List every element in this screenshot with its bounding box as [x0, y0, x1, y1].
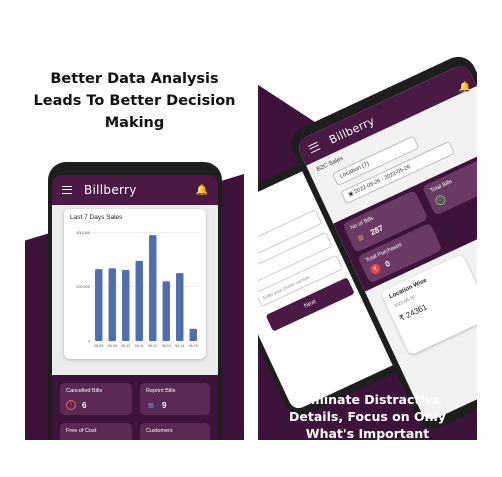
- bar-06-09: [108, 268, 116, 341]
- brand-logo: Billberry: [84, 183, 137, 197]
- phone-screen: Billberry 🔔 Last 7 Days Sales 0 200,000 40…: [52, 175, 218, 440]
- y-tick-label: 200,000: [76, 285, 90, 289]
- bar-06-10: [122, 269, 130, 341]
- tile-label: Customers: [146, 428, 173, 434]
- tile-cancelled-bills[interactable]: Cancelled Bills ! 6: [60, 383, 132, 415]
- bar-06-12: [149, 235, 157, 341]
- headline-line-3: What's Important: [305, 426, 430, 440]
- bar-06-11: [135, 260, 143, 341]
- bar-06-15: [189, 328, 197, 341]
- left-headline: Better Data Analysis Leads To Better Dec…: [25, 68, 244, 134]
- right-promo-panel: Enter your phone number Next Billberry B…: [258, 54, 477, 440]
- bar-06-08: [95, 269, 103, 341]
- tile-label: Reprint Bills: [146, 388, 176, 394]
- x-tick-label: 06-13: [162, 344, 171, 348]
- tile-value: 6: [82, 400, 87, 410]
- sales-chart-card: Last 7 Days Sales 0 200,000 400,000 06-08 06…: [64, 209, 206, 359]
- left-promo-panel: Better Data Analysis Leads To Better Dec…: [25, 54, 244, 440]
- bar-06-13: [162, 281, 170, 341]
- menu-icon[interactable]: [308, 141, 321, 154]
- y-tick-label: 400,000: [76, 231, 90, 235]
- printer-icon: ▤: [148, 402, 154, 409]
- tile-label: Free of Cost: [66, 428, 97, 434]
- x-tick-label: 06-10: [121, 344, 130, 348]
- app-bar: Billberry 🔔: [52, 175, 218, 205]
- tile-customers[interactable]: Customers: [140, 423, 210, 440]
- rupee-icon: ₹: [368, 262, 383, 276]
- tile-value: 287: [368, 222, 385, 237]
- tile-free-of-cost[interactable]: Free of Cost: [60, 423, 132, 440]
- bar-chart: 0 200,000 400,000 06-08 06-09 06-10 06-11 06-12…: [76, 231, 200, 348]
- menu-icon[interactable]: [62, 186, 72, 194]
- x-tick-label: 06-14: [175, 344, 184, 348]
- headline-line-2: Leads To Better Decision: [33, 93, 236, 109]
- bill-icon: ▥: [356, 233, 365, 242]
- location-card-amount: ₹ 24361: [397, 302, 429, 324]
- y-tick-label: 0: [88, 340, 90, 344]
- headline-line-2: Details, Focus on Only: [289, 409, 446, 424]
- headline-line-3: Making: [104, 115, 165, 131]
- bell-icon[interactable]: 🔔: [196, 185, 208, 196]
- x-tick-label: 06-12: [148, 344, 157, 348]
- right-headline: Eliminate Distractive Details, Focus on …: [258, 391, 477, 440]
- headline-line-1: Better Data Analysis: [50, 71, 219, 87]
- x-tick-label: 06-09: [108, 344, 117, 348]
- brand-logo: Billberry: [326, 113, 377, 147]
- tile-value: 0: [383, 258, 392, 269]
- power-icon: ⏻: [433, 193, 447, 207]
- tile-reprint-bills[interactable]: Reprint Bills ▤ 9: [140, 383, 210, 415]
- phone-frame: Billberry 🔔 Last 7 Days Sales 0 200,000 40…: [48, 162, 222, 440]
- x-tick-label: 06-11: [135, 344, 144, 348]
- x-tick-label: 06-08: [94, 344, 103, 348]
- headline-line-1: Eliminate Distractive: [293, 392, 442, 407]
- bell-icon[interactable]: 🔔: [459, 82, 471, 93]
- x-tick-label: 06-15: [189, 344, 198, 348]
- bar-06-14: [176, 273, 184, 341]
- tile-value: 9: [162, 400, 167, 410]
- tile-label: Cancelled Bills: [66, 388, 103, 394]
- clock-icon: !: [66, 400, 76, 410]
